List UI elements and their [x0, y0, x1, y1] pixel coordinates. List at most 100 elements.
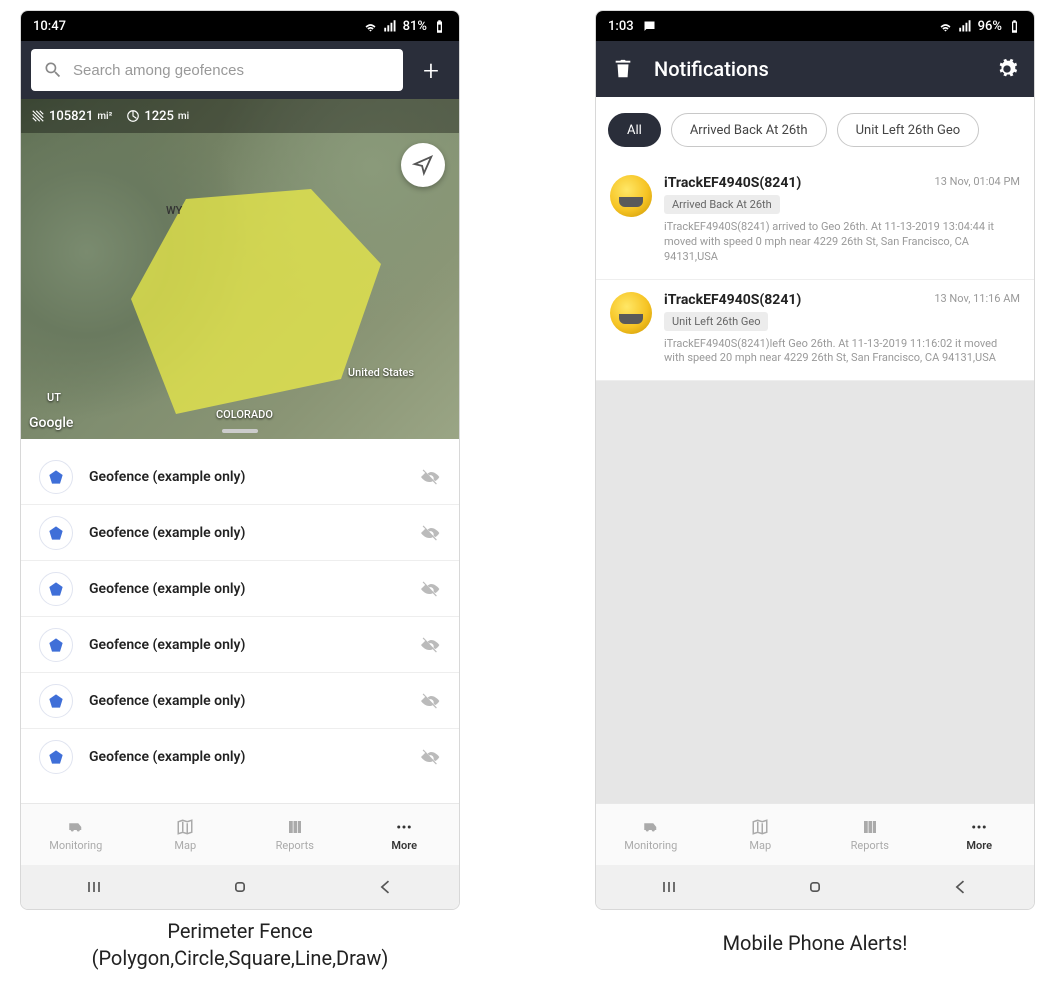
signal-icon — [958, 19, 973, 34]
vehicle-avatar — [610, 292, 652, 334]
list-item[interactable]: Geofence (example only) — [21, 617, 459, 673]
phone-geofence: 10:47 81% + 105821 mi² 1225 m — [20, 10, 460, 910]
nav-map[interactable]: Map — [131, 804, 241, 865]
geofence-label: Geofence (example only) — [89, 525, 405, 541]
status-time: 1:03 — [608, 19, 634, 34]
geofence-polygon[interactable] — [91, 169, 391, 419]
bottom-nav: Monitoring Map Reports More — [596, 803, 1034, 865]
wifi-icon — [363, 19, 378, 34]
list-item[interactable]: Geofence (example only) — [21, 449, 459, 505]
page-title: Notifications — [654, 57, 976, 81]
home-button[interactable] — [805, 877, 825, 897]
map-icon — [749, 818, 771, 836]
battery-icon — [1007, 19, 1022, 34]
perimeter-icon — [126, 109, 140, 123]
nav-reports[interactable]: Reports — [815, 804, 925, 865]
visibility-off-icon[interactable] — [421, 467, 441, 487]
trash-icon[interactable] — [612, 58, 634, 80]
recents-button[interactable] — [659, 877, 679, 897]
list-item[interactable]: Geofence (example only) — [21, 561, 459, 617]
map[interactable]: 105821 mi² 1225 mi WY UT United States C… — [21, 99, 459, 439]
notification-card[interactable]: iTrackEF4940S(8241) 13 Nov, 11:16 AM Uni… — [596, 280, 1034, 382]
status-bar: 1:03 96% — [596, 11, 1034, 41]
phone-notifications: 1:03 96% Notifications All Arrived Back … — [595, 10, 1035, 910]
message-icon — [642, 19, 657, 34]
area-icon — [31, 109, 45, 123]
geofence-shape-icon — [39, 684, 73, 718]
nav-monitoring[interactable]: Monitoring — [596, 804, 706, 865]
recents-button[interactable] — [84, 877, 104, 897]
geofence-shape-icon — [39, 516, 73, 550]
filter-chip-arrived[interactable]: Arrived Back At 26th — [671, 113, 827, 147]
nav-more[interactable]: More — [350, 804, 460, 865]
notification-tag: Arrived Back At 26th — [664, 195, 780, 214]
nav-reports[interactable]: Reports — [240, 804, 350, 865]
list-item[interactable]: Geofence (example only) — [21, 729, 459, 785]
van-icon — [65, 818, 87, 836]
map-icon — [174, 818, 196, 836]
visibility-off-icon[interactable] — [421, 579, 441, 599]
google-logo: Google — [29, 415, 73, 431]
geofence-label: Geofence (example only) — [89, 469, 405, 485]
search-box[interactable] — [31, 49, 403, 91]
wifi-icon — [938, 19, 953, 34]
vehicle-avatar — [610, 175, 652, 217]
map-metrics: 105821 mi² 1225 mi — [21, 99, 459, 133]
map-label-wy: WY — [166, 204, 182, 217]
android-softkeys — [596, 865, 1034, 909]
status-right: 96% — [938, 19, 1022, 34]
perimeter-metric: 1225 mi — [126, 109, 189, 124]
geofence-shape-icon — [39, 740, 73, 774]
geofence-shape-icon — [39, 460, 73, 494]
reports-icon — [284, 818, 306, 836]
visibility-off-icon[interactable] — [421, 523, 441, 543]
geofence-shape-icon — [39, 628, 73, 662]
status-time: 10:47 — [33, 19, 66, 34]
geofence-shape-icon — [39, 572, 73, 606]
visibility-off-icon[interactable] — [421, 635, 441, 655]
home-button[interactable] — [230, 877, 250, 897]
map-label-ut: UT — [47, 391, 61, 404]
notifications-body: All Arrived Back At 26th Unit Left 26th … — [596, 97, 1034, 803]
notifications-header: Notifications — [596, 41, 1034, 97]
add-geofence-button[interactable]: + — [413, 52, 449, 88]
battery-icon — [432, 19, 447, 34]
visibility-off-icon[interactable] — [421, 747, 441, 767]
battery-text: 81% — [403, 19, 427, 34]
status-bar: 10:47 81% — [21, 11, 459, 41]
back-button[interactable] — [376, 877, 396, 897]
area-metric: 105821 mi² — [31, 109, 112, 124]
geofence-label: Geofence (example only) — [89, 749, 405, 765]
filter-row: All Arrived Back At 26th Unit Left 26th … — [596, 97, 1034, 163]
geofence-list[interactable]: Geofence (example only) Geofence (exampl… — [21, 449, 459, 803]
more-icon — [393, 818, 415, 836]
van-icon — [640, 818, 662, 836]
notification-tag: Unit Left 26th Geo — [664, 312, 768, 331]
caption-right: Mobile Phone Alerts! — [595, 930, 1035, 957]
location-arrow-icon — [412, 154, 434, 176]
nav-more[interactable]: More — [925, 804, 1035, 865]
status-right: 81% — [363, 19, 447, 34]
gear-icon[interactable] — [996, 58, 1018, 80]
nav-monitoring[interactable]: Monitoring — [21, 804, 131, 865]
geofence-label: Geofence (example only) — [89, 581, 405, 597]
nav-map[interactable]: Map — [706, 804, 816, 865]
search-icon — [43, 60, 63, 80]
list-item[interactable]: Geofence (example only) — [21, 673, 459, 729]
map-label-us: United States — [348, 366, 414, 379]
filter-chip-all[interactable]: All — [608, 113, 661, 147]
search-input[interactable] — [73, 62, 391, 79]
battery-text: 96% — [978, 19, 1002, 34]
reports-icon — [859, 818, 881, 836]
notification-title: iTrackEF4940S(8241) — [664, 175, 801, 191]
notification-time: 13 Nov, 01:04 PM — [935, 175, 1020, 188]
visibility-off-icon[interactable] — [421, 691, 441, 711]
back-button[interactable] — [951, 877, 971, 897]
list-item[interactable]: Geofence (example only) — [21, 505, 459, 561]
notification-desc: iTrackEF4940S(8241) arrived to Geo 26th.… — [664, 220, 1020, 265]
panel-drag-handle[interactable] — [222, 429, 258, 433]
location-button[interactable] — [401, 143, 445, 187]
android-softkeys — [21, 865, 459, 909]
filter-chip-left[interactable]: Unit Left 26th Geo — [837, 113, 980, 147]
notification-card[interactable]: iTrackEF4940S(8241) 13 Nov, 01:04 PM Arr… — [596, 163, 1034, 280]
